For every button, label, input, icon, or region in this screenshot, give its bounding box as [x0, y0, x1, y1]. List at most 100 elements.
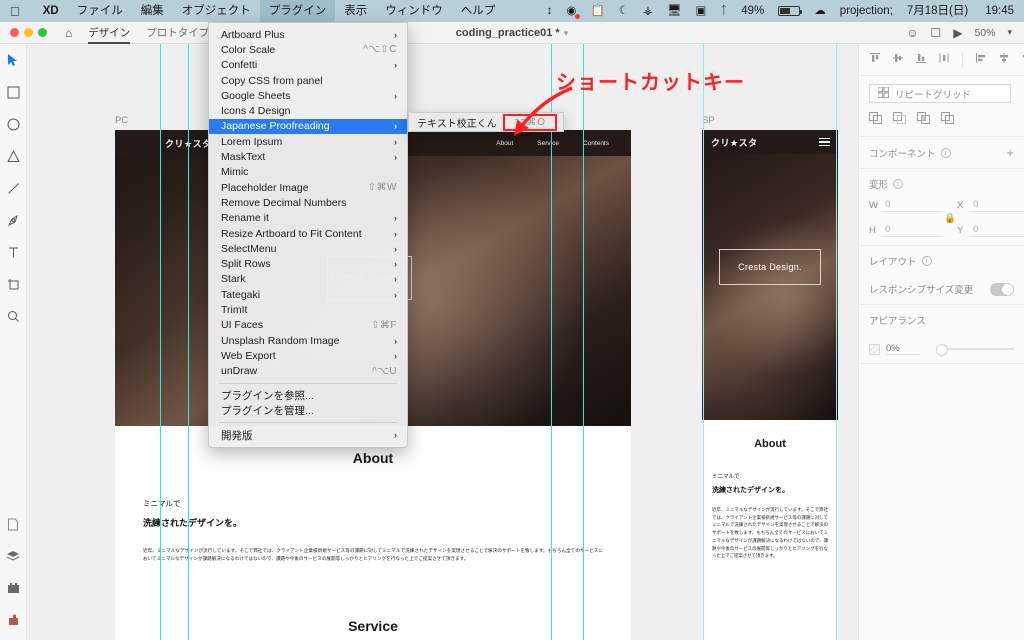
menu-item-artboard-plus[interactable]: Artboard Plus ›	[209, 27, 407, 42]
info-icon[interactable]: i	[893, 179, 904, 189]
menu-item-browse-plugins[interactable]: プラグインを参照...	[209, 388, 407, 403]
menubar-date[interactable]: 7月18日(日)	[900, 0, 978, 22]
guide-line[interactable]	[583, 44, 584, 640]
apple-icon[interactable]: 	[10, 5, 20, 18]
sp-logo[interactable]: クリ★スタ	[702, 136, 758, 149]
boolean-intersect-icon[interactable]	[917, 112, 931, 128]
menu-item-unsplash-random-image[interactable]: Unsplash Random Image ›	[209, 333, 407, 348]
menu-item-tategaki[interactable]: Tategaki ›	[209, 287, 407, 302]
transparency-swatch-icon[interactable]	[869, 343, 880, 355]
artboard-tool[interactable]	[0, 268, 27, 300]
zoom-level-value[interactable]: 50%	[974, 27, 995, 39]
tab-design[interactable]: デザイン	[80, 22, 138, 44]
invite-user-icon[interactable]: ☺	[906, 26, 918, 40]
polygon-tool[interactable]	[0, 140, 27, 172]
chevron-down-icon[interactable]: ▾	[564, 28, 569, 38]
chevron-down-icon[interactable]: ▾	[1007, 27, 1012, 38]
guide-line[interactable]	[188, 44, 189, 640]
design-canvas[interactable]: PC クリ★スタ About Service Contents Cresta D…	[27, 44, 858, 640]
artboard-label-pc[interactable]: PC	[115, 115, 128, 126]
guide-line[interactable]	[836, 44, 837, 640]
y-input[interactable]: 0	[969, 224, 1024, 237]
boolean-exclude-icon[interactable]	[941, 112, 955, 128]
distribute-vertical-icon[interactable]	[938, 52, 950, 67]
text-tool[interactable]	[0, 236, 27, 268]
home-icon[interactable]: ⌂	[57, 26, 80, 40]
align-top-icon[interactable]	[869, 52, 881, 67]
menu-object[interactable]: オブジェクト	[173, 0, 260, 22]
pen-tool[interactable]	[0, 204, 27, 236]
menu-item-copy-css-from-panel[interactable]: Copy CSS from panel	[209, 73, 407, 88]
menu-item-icons-4-design[interactable]: Icons 4 Design	[209, 103, 407, 118]
close-button[interactable]	[10, 28, 19, 37]
align-horizontal-center-icon[interactable]	[998, 52, 1010, 67]
pc-about-heading[interactable]: About	[115, 450, 631, 466]
document-title[interactable]: coding_practice01 *	[456, 27, 560, 39]
width-input[interactable]: 0	[881, 199, 943, 212]
menu-item-lorem-ipsum[interactable]: Lorem Ipsum ›	[209, 134, 407, 149]
menu-item-selectmenu[interactable]: SelectMenu ›	[209, 241, 407, 256]
menu-xd[interactable]: XD	[34, 0, 68, 22]
pc-nav-contents[interactable]: Contents	[583, 140, 609, 147]
airplay-icon[interactable]: projection;	[833, 0, 900, 22]
menu-item-web-export[interactable]: Web Export ›	[209, 348, 407, 363]
artboard-sp[interactable]: クリ★スタ Cresta Design. About ミニマルで 洗練されたデザ…	[702, 130, 838, 640]
plugins-dropdown-menu[interactable]: Artboard Plus › Color Scale ^⌥⇧C Confetti ›…	[208, 22, 408, 448]
select-tool[interactable]	[0, 44, 27, 76]
screen-record-icon[interactable]: ◉	[559, 0, 583, 22]
opacity-slider[interactable]	[936, 344, 1014, 356]
menu-file[interactable]: ファイル	[68, 0, 132, 22]
guide-line[interactable]	[160, 44, 161, 640]
menu-item-remove-decimal-numbers[interactable]: Remove Decimal Numbers	[209, 195, 407, 210]
menu-item-placeholder-image[interactable]: Placeholder Image ⇧⌘W	[209, 180, 407, 195]
pc-service-heading[interactable]: Service	[115, 618, 631, 634]
menu-item-development-version[interactable]: 開発版 ›	[209, 427, 407, 442]
mobile-preview-icon[interactable]: ☐	[930, 26, 941, 40]
menubar-time[interactable]: 19:45	[978, 0, 1024, 22]
menu-item-rename-it[interactable]: Rename it ›	[209, 211, 407, 226]
menu-item-manage-plugins[interactable]: プラグインを管理...	[209, 403, 407, 418]
minimize-button[interactable]	[24, 28, 33, 37]
menu-item-google-sheets[interactable]: Google Sheets ›	[209, 88, 407, 103]
bluetooth-icon[interactable]: ᛏ	[713, 0, 734, 22]
guide-line[interactable]	[703, 44, 704, 640]
align-bottom-icon[interactable]	[915, 52, 927, 67]
boolean-subtract-icon[interactable]	[893, 112, 907, 128]
maximize-button[interactable]	[38, 28, 47, 37]
display-icon[interactable]: 🖥	[660, 0, 689, 22]
plus-icon[interactable]: +	[1006, 145, 1014, 160]
app-icon[interactable]: ▣	[688, 0, 713, 22]
opacity-value[interactable]: 0%	[886, 343, 920, 355]
menu-item-color-scale[interactable]: Color Scale ^⌥⇧C	[209, 42, 407, 57]
plugins-panel-icon[interactable]	[0, 604, 27, 636]
boolean-add-icon[interactable]	[869, 112, 883, 128]
menu-plugins[interactable]: プラグイン	[259, 0, 336, 22]
libraries-panel-icon[interactable]	[0, 572, 27, 604]
menu-window[interactable]: ウィンドウ	[376, 0, 452, 22]
menu-item-stark[interactable]: Stark ›	[209, 272, 407, 287]
height-input[interactable]: 0	[881, 224, 943, 237]
play-icon[interactable]: ▶	[953, 26, 962, 40]
lock-icon[interactable]: 🔒	[943, 213, 957, 224]
menu-item-mimic[interactable]: Mimic	[209, 165, 407, 180]
sp-hero-title-box[interactable]: Cresta Design.	[719, 249, 821, 285]
menu-item-ui-faces[interactable]: UI Faces ⇧⌘F	[209, 318, 407, 333]
menu-item-trimit[interactable]: TrimIt	[209, 302, 407, 317]
zoom-tool[interactable]	[0, 300, 27, 332]
pc-logo[interactable]: クリ★スタ	[115, 137, 212, 150]
layers-panel-icon[interactable]	[0, 540, 27, 572]
menu-item-japanese-proofreading[interactable]: Japanese Proofreading ›	[209, 118, 407, 135]
ellipse-tool[interactable]	[0, 108, 27, 140]
sp-about-heading[interactable]: About	[702, 438, 838, 450]
menu-help[interactable]: ヘルプ	[452, 0, 505, 22]
battery-icon[interactable]	[771, 0, 807, 22]
menu-edit[interactable]: 編集	[132, 0, 173, 22]
submenu-item-label[interactable]: テキスト校正くん	[417, 115, 497, 130]
wifi-icon[interactable]: ☁	[807, 0, 833, 22]
menu-item-split-rows[interactable]: Split Rows ›	[209, 256, 407, 271]
menu-item-resize-artboard-to-fit-content[interactable]: Resize Artboard to Fit Content ›	[209, 226, 407, 241]
menu-item-undraw[interactable]: unDraw ^⌥U	[209, 364, 407, 379]
info-icon[interactable]: i	[940, 147, 951, 158]
align-vertical-center-icon[interactable]	[892, 52, 904, 67]
assets-panel-icon[interactable]	[0, 508, 27, 540]
